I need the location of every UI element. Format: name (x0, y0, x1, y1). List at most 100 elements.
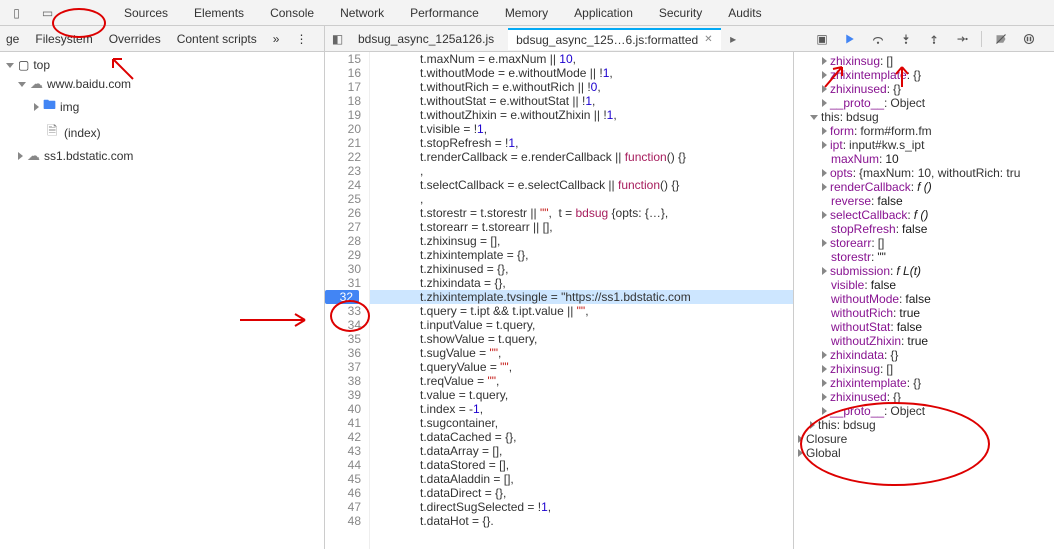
line-gutter[interactable]: 1516171819202122232425262728293031323334… (325, 52, 370, 549)
line-number[interactable]: 27 (325, 220, 361, 234)
scope-row[interactable]: storestr: "" (798, 250, 1054, 264)
scope-row[interactable]: submission: f L(t) (798, 264, 1054, 278)
line-number[interactable]: 19 (325, 108, 361, 122)
tab-console[interactable]: Console (266, 2, 318, 24)
line-number[interactable]: 23 (325, 164, 361, 178)
line-number[interactable]: 37 (325, 360, 361, 374)
scope-row[interactable]: opts: {maxNum: 10, withoutRich: tru (798, 166, 1054, 180)
line-number[interactable]: 15 (325, 52, 361, 66)
close-icon[interactable]: ✕ (704, 34, 712, 45)
tab-sources[interactable]: Sources (120, 2, 172, 24)
scope-row[interactable]: ipt: input#kw.s_ipt (798, 138, 1054, 152)
line-number[interactable]: 40 (325, 402, 361, 416)
line-number[interactable]: 28 (325, 234, 361, 248)
tab-elements[interactable]: Elements (190, 2, 248, 24)
scope-row[interactable]: stopRefresh: false (798, 222, 1054, 236)
deactivate-breakpoints-button[interactable] (992, 30, 1010, 48)
tree-top[interactable]: ▢ top (0, 56, 324, 74)
line-number[interactable]: 29 (325, 248, 361, 262)
sec-overrides[interactable]: Overrides (109, 32, 161, 46)
scope-row[interactable]: zhixintemplate: {} (798, 68, 1054, 82)
line-number[interactable]: 16 (325, 66, 361, 80)
tab-application[interactable]: Application (570, 2, 637, 24)
line-number[interactable]: 34 (325, 318, 361, 332)
line-number[interactable]: 36 (325, 346, 361, 360)
scope-row[interactable]: zhixintemplate: {} (798, 376, 1054, 390)
scope-row[interactable]: __proto__: Object (798, 96, 1054, 110)
line-number[interactable]: 38 (325, 374, 361, 388)
tree-folder[interactable]: 🖿 img (0, 94, 324, 120)
line-number[interactable]: 21 (325, 136, 361, 150)
line-number[interactable]: 31 (325, 276, 361, 290)
execution-icon[interactable]: ▣ (813, 30, 831, 48)
tree-domain[interactable]: ☁ www.baidu.com (0, 74, 324, 94)
line-number[interactable]: 32 (325, 290, 359, 304)
line-number[interactable]: 26 (325, 206, 361, 220)
pause-exceptions-button[interactable] (1020, 30, 1038, 48)
line-number[interactable]: 35 (325, 332, 361, 346)
step-out-button[interactable] (925, 30, 943, 48)
scope-row[interactable]: maxNum: 10 (798, 152, 1054, 166)
line-number[interactable]: 22 (325, 150, 361, 164)
scope-row[interactable]: selectCallback: f () (798, 208, 1054, 222)
line-number[interactable]: 42 (325, 430, 361, 444)
line-number[interactable]: 18 (325, 94, 361, 108)
step-over-button[interactable] (869, 30, 887, 48)
tab-network[interactable]: Network (336, 2, 388, 24)
scope-row[interactable]: this: bdsug (798, 418, 1054, 432)
sec-page[interactable]: ge (6, 32, 19, 46)
tab-performance[interactable]: Performance (406, 2, 483, 24)
scope-row[interactable]: withoutZhixin: true (798, 334, 1054, 348)
scope-row[interactable]: zhixinused: {} (798, 390, 1054, 404)
tree-file[interactable]: 🗎 (index) (0, 120, 324, 146)
sec-kebab-icon[interactable]: ⋮ (295, 32, 307, 46)
device-icon[interactable]: ▭ (41, 6, 54, 19)
scope-row[interactable]: withoutMode: false (798, 292, 1054, 306)
scope-row[interactable]: renderCallback: f () (798, 180, 1054, 194)
scope-row[interactable]: storearr: [] (798, 236, 1054, 250)
line-number[interactable]: 45 (325, 472, 361, 486)
step-into-button[interactable] (897, 30, 915, 48)
file-more-icon[interactable]: ▸ (727, 32, 740, 45)
line-number[interactable]: 25 (325, 192, 361, 206)
scope-row[interactable]: Closure (798, 432, 1054, 446)
scope-row[interactable]: zhixinsug: [] (798, 54, 1054, 68)
sec-filesystem[interactable]: Filesystem (35, 32, 92, 46)
scope-row[interactable]: Global (798, 446, 1054, 460)
scope-row[interactable]: zhixinsug: [] (798, 362, 1054, 376)
tree-domain[interactable]: ☁ ss1.bdstatic.com (0, 146, 324, 166)
step-button[interactable] (953, 30, 971, 48)
line-number[interactable]: 30 (325, 262, 361, 276)
file-tab[interactable]: bdsug_async_125a126.js (350, 29, 502, 49)
sec-content-scripts[interactable]: Content scripts (177, 32, 257, 46)
inspect-icon[interactable]: ▯ (10, 6, 23, 19)
line-number[interactable]: 20 (325, 122, 361, 136)
line-number[interactable]: 41 (325, 416, 361, 430)
line-number[interactable]: 47 (325, 500, 361, 514)
sec-more[interactable]: » (273, 32, 280, 46)
scope-row[interactable]: withoutRich: true (798, 306, 1054, 320)
tab-audits[interactable]: Audits (724, 2, 765, 24)
code-editor[interactable]: 1516171819202122232425262728293031323334… (325, 52, 794, 549)
scope-row[interactable]: zhixinused: {} (798, 82, 1054, 96)
line-number[interactable]: 24 (325, 178, 361, 192)
line-number[interactable]: 39 (325, 388, 361, 402)
line-number[interactable]: 33 (325, 304, 361, 318)
scope-row[interactable]: zhixindata: {} (798, 348, 1054, 362)
resume-button[interactable] (841, 30, 859, 48)
scope-pane[interactable]: zhixinsug: []zhixintemplate: {}zhixinuse… (794, 52, 1054, 549)
line-number[interactable]: 17 (325, 80, 361, 94)
scope-row[interactable]: reverse: false (798, 194, 1054, 208)
file-tab-active[interactable]: bdsug_async_125…6.js:formatted ✕ (508, 28, 721, 50)
scope-row[interactable]: visible: false (798, 278, 1054, 292)
scope-row[interactable]: __proto__: Object (798, 404, 1054, 418)
line-number[interactable]: 44 (325, 458, 361, 472)
tab-memory[interactable]: Memory (501, 2, 552, 24)
line-number[interactable]: 46 (325, 486, 361, 500)
scope-row[interactable]: form: form#form.fm (798, 124, 1054, 138)
nav-icon[interactable]: ◧ (331, 32, 344, 45)
line-number[interactable]: 43 (325, 444, 361, 458)
line-number[interactable]: 48 (325, 514, 361, 528)
scope-row[interactable]: withoutStat: false (798, 320, 1054, 334)
scope-row[interactable]: this: bdsug (798, 110, 1054, 124)
